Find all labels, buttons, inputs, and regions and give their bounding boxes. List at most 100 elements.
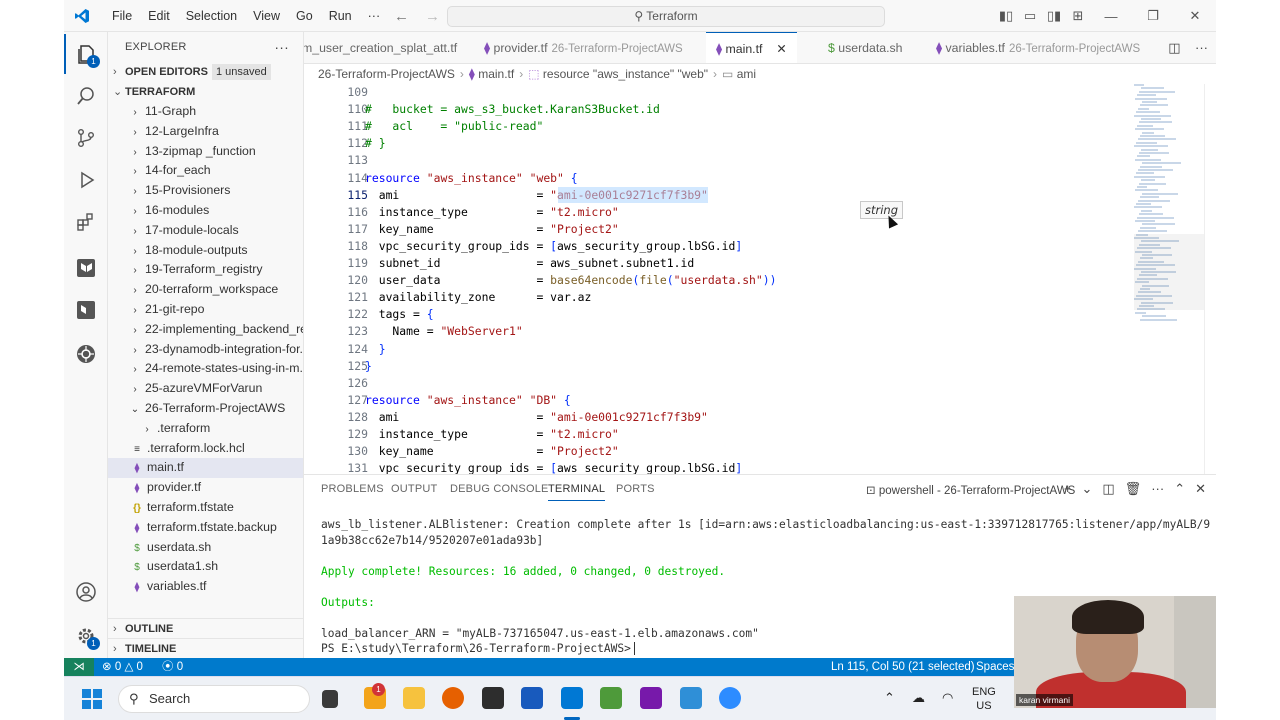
- more-actions-icon[interactable]: ···: [274, 32, 289, 62]
- back-arrow-icon[interactable]: ←: [394, 8, 409, 25]
- code-line[interactable]: 122 tags = {: [304, 306, 1134, 323]
- file-explorer-icon[interactable]: [403, 687, 425, 709]
- tab-output[interactable]: OUTPUT: [391, 483, 437, 495]
- menu-edit[interactable]: Edit: [140, 0, 178, 32]
- wifi-icon[interactable]: ◠: [942, 691, 953, 705]
- code-line[interactable]: 125}: [304, 358, 1134, 375]
- code-line[interactable]: 129 instance_type = "t2.micro": [304, 426, 1134, 443]
- tree-item[interactable]: › 16-modules: [108, 201, 303, 221]
- cloud-icon[interactable]: ☁: [912, 691, 925, 705]
- close-window-icon[interactable]: ✕: [1174, 8, 1216, 24]
- menu-view[interactable]: View: [245, 0, 288, 32]
- tree-item[interactable]: ⧫ variables.tf: [108, 577, 303, 597]
- split-terminal-icon[interactable]: ◫: [1102, 481, 1114, 497]
- code-line[interactable]: 127 resource "aws_instance" "DB" {: [304, 392, 1134, 409]
- tree-item[interactable]: › 12-LargeInfra: [108, 122, 303, 142]
- tab-debug-console[interactable]: DEBUG CONSOLE: [450, 483, 549, 495]
- breadcrumb-resource[interactable]: resource "aws_instance" "web": [543, 67, 708, 81]
- tree-item[interactable]: › 13-zipmap _function: [108, 142, 303, 162]
- more-actions-icon[interactable]: ···: [1195, 40, 1208, 55]
- open-editors-header[interactable]: › OPEN EDITORS 1 unsaved: [108, 62, 303, 82]
- code-line[interactable]: 119 subnet_id = aws_subnet.subnet1.id: [304, 255, 1134, 272]
- tree-item[interactable]: $ userdata1.sh: [108, 557, 303, 577]
- maximize-panel-icon[interactable]: ⌃: [1174, 481, 1185, 497]
- photos-icon[interactable]: [680, 687, 702, 709]
- code-line[interactable]: 113: [304, 152, 1134, 169]
- tab-variables-tf[interactable]: ⧫ variables.tf 26-Terraform-ProjectAWS: [926, 32, 1150, 63]
- tree-item[interactable]: › 19-Terraform_registry: [108, 260, 303, 280]
- tree-item[interactable]: ⌄ 26-Terraform-ProjectAWS: [108, 399, 303, 419]
- accounts-activity[interactable]: [64, 572, 108, 612]
- close-tab-icon[interactable]: ✕: [776, 42, 786, 56]
- more-actions-icon[interactable]: ···: [1151, 481, 1164, 497]
- source-control-activity[interactable]: [64, 118, 108, 158]
- vscode-taskbar-icon[interactable]: [561, 687, 583, 709]
- chevron-down-icon[interactable]: ⌄: [1081, 481, 1092, 497]
- editor-scrollbar[interactable]: [1204, 84, 1216, 474]
- code-line[interactable]: 111 # acl = "public-read": [304, 118, 1134, 135]
- app-icon[interactable]: [482, 687, 504, 709]
- command-center-search[interactable]: ⚲ Terraform: [447, 6, 885, 27]
- language-indicator[interactable]: ENG US: [972, 685, 996, 713]
- code-line[interactable]: 131 vpc_security_group_ids = [aws_securi…: [304, 460, 1134, 474]
- tree-item[interactable]: › 21-git-repo: [108, 300, 303, 320]
- code-line[interactable]: 120 user_data = base64encode(file("userd…: [304, 272, 1134, 289]
- toggle-primary-sidebar-icon[interactable]: ▮▯: [994, 8, 1018, 24]
- code-editor[interactable]: 109 110 # bucket = aws_s3_bucket.KaranS3Bu…: [304, 84, 1216, 474]
- onenote-icon[interactable]: [640, 687, 662, 709]
- close-panel-icon[interactable]: ✕: [1195, 481, 1206, 497]
- zoom-icon[interactable]: [719, 687, 741, 709]
- tab-user-creation-splat[interactable]: m_user_creation_splat_att.tf: [304, 32, 467, 63]
- menu-file[interactable]: File: [104, 0, 140, 32]
- kubernetes-activity[interactable]: [64, 334, 108, 374]
- remote-indicator-icon[interactable]: ⋊: [64, 658, 94, 676]
- code-line[interactable]: 126: [304, 375, 1134, 392]
- workspace-root-header[interactable]: ⌄ TERRAFORM: [108, 82, 303, 102]
- tab-problems[interactable]: PROBLEMS: [321, 483, 384, 495]
- menu-go[interactable]: Go: [288, 0, 321, 32]
- breadcrumb-folder[interactable]: 26-Terraform-ProjectAWS: [318, 67, 455, 81]
- code-line[interactable]: 118 vpc_security_group_ids = [aws_securi…: [304, 238, 1134, 255]
- code-line[interactable]: 109: [304, 84, 1134, 101]
- firefox-icon[interactable]: [442, 687, 464, 709]
- tree-item[interactable]: {} terraform.tfstate: [108, 498, 303, 518]
- show-hidden-icons-icon[interactable]: ⌃: [884, 691, 895, 705]
- windows-start-icon[interactable]: [82, 689, 102, 709]
- breadcrumb-file[interactable]: main.tf: [478, 67, 514, 81]
- forward-arrow-icon[interactable]: →: [425, 8, 440, 25]
- minimap-viewport[interactable]: [1134, 234, 1204, 310]
- tree-item[interactable]: › 23-dynamodb-integration-for...: [108, 340, 303, 360]
- tree-item[interactable]: › 25-azureVMForVarun: [108, 379, 303, 399]
- code-line[interactable]: 130 key_name = "Project2": [304, 443, 1134, 460]
- explorer-activity[interactable]: 1: [64, 34, 108, 74]
- tab-ports[interactable]: PORTS: [616, 483, 655, 495]
- tree-item[interactable]: $ userdata.sh: [108, 538, 303, 558]
- tree-item[interactable]: › 11-Graph: [108, 102, 303, 122]
- timeline-section[interactable]: › TIMELINE: [108, 638, 303, 658]
- tree-item[interactable]: ⧫ terraform.tfstate.backup: [108, 518, 303, 538]
- manage-activity[interactable]: 1: [64, 616, 108, 656]
- word-icon[interactable]: [521, 687, 543, 709]
- terraform-activity[interactable]: [64, 248, 108, 288]
- trash-icon[interactable]: 🗑: [1125, 481, 1142, 497]
- minimap[interactable]: [1134, 84, 1204, 474]
- extensions-activity[interactable]: [64, 202, 108, 242]
- minimize-icon[interactable]: —: [1090, 9, 1132, 24]
- split-editor-icon[interactable]: ◫: [1168, 40, 1180, 55]
- code-line[interactable]: 112 # }: [304, 135, 1134, 152]
- terminal-selector[interactable]: ⊡ powershell - 26-Terraform-ProjectAWS: [866, 483, 1075, 497]
- tree-item[interactable]: ⧫ provider.tf: [108, 478, 303, 498]
- new-terminal-icon[interactable]: +: [1064, 481, 1072, 497]
- restore-icon[interactable]: ❐: [1132, 8, 1174, 24]
- task-view-icon[interactable]: [322, 690, 338, 708]
- code-line[interactable]: 128 ami = "ami-0e001c9271cf7f3b9": [304, 409, 1134, 426]
- code-line[interactable]: 117 key_name = "Project2": [304, 221, 1134, 238]
- toggle-secondary-sidebar-icon[interactable]: ▯▮: [1042, 8, 1066, 24]
- menu-run[interactable]: Run: [321, 0, 360, 32]
- code-line[interactable]: 123 Name = "WebServer1": [304, 323, 1134, 340]
- ports-status[interactable]: ⦿ 0: [162, 658, 183, 676]
- outline-section[interactable]: › OUTLINE: [108, 618, 303, 638]
- tab-main-tf[interactable]: ⧫ main.tf ✕: [706, 32, 797, 63]
- code-line[interactable]: 124 }: [304, 341, 1134, 358]
- tab-userdata-sh[interactable]: $ userdata.sh: [818, 32, 913, 63]
